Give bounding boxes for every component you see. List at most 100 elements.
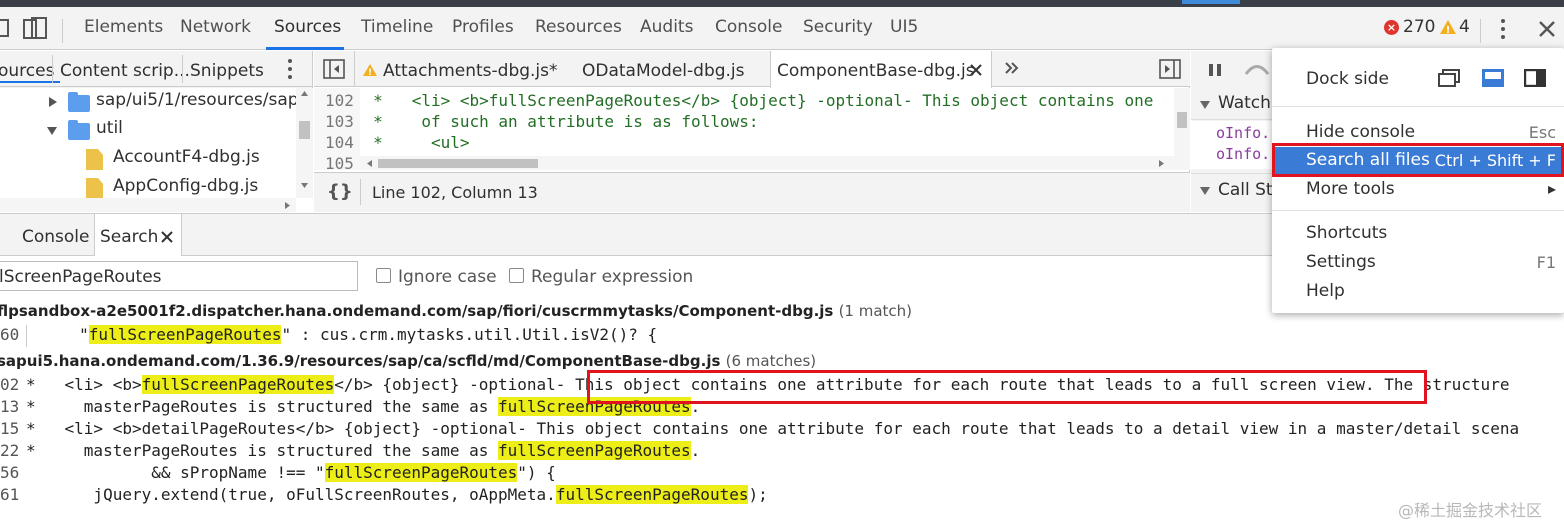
tab-snippets[interactable]: Snippets	[190, 61, 264, 81]
menu-item-label: Settings	[1306, 252, 1376, 272]
toggle-navigator-icon[interactable]	[323, 59, 345, 79]
menu-item-more-tools[interactable]: More tools ▸	[1272, 176, 1564, 204]
tree-item-file[interactable]: AccountF4-dbg.js	[0, 145, 300, 174]
main-toolbar: Elements Network Sources Timeline Profil…	[0, 7, 1564, 50]
line-text: </b> {object} -optional- This object con…	[334, 375, 1510, 394]
regex-checkbox[interactable]	[509, 268, 524, 283]
tree-horizontal-scrollbar[interactable]	[0, 198, 296, 212]
menu-item-help[interactable]: Help	[1272, 278, 1564, 306]
scroll-up-icon[interactable]	[300, 90, 309, 97]
tab-console[interactable]: Console	[715, 17, 783, 37]
tab-audits[interactable]: Audits	[640, 17, 693, 37]
code-text: * of such an attribute is as follows:	[373, 112, 759, 131]
file-icon	[86, 178, 103, 199]
tab-content-scripts[interactable]: Content scrip...	[60, 61, 190, 81]
dock-bottom-icon[interactable]	[1482, 69, 1504, 87]
editor-tab-componentbase[interactable]: ComponentBase-dbg.js	[770, 51, 992, 88]
menu-item-shortcuts[interactable]: Shortcuts	[1272, 220, 1564, 248]
tab-security[interactable]: Security	[803, 17, 873, 37]
pause-icon[interactable]	[1208, 63, 1222, 77]
code-line-105[interactable]: 105	[325, 154, 354, 169]
tab-separator	[52, 55, 53, 83]
close-tab-icon[interactable]	[970, 64, 982, 76]
watch-item[interactable]: oInfo.	[1216, 145, 1270, 163]
scrollbar-thumb[interactable]	[378, 159, 538, 168]
menu-item-shortcut: Esc	[1528, 123, 1556, 142]
tab-ui5[interactable]: UI5	[890, 17, 918, 37]
step-over-icon[interactable]	[1243, 61, 1271, 77]
line-number: 15	[0, 419, 20, 438]
tree-item-folder[interactable]: sap/ui5/1/resources/sap/	[0, 88, 304, 117]
tab-resources[interactable]: Resources	[535, 17, 622, 37]
tab-sources[interactable]: Sources	[274, 17, 341, 37]
ignore-case-label[interactable]: Ignore case	[398, 267, 497, 287]
ignore-case-checkbox[interactable]	[376, 268, 391, 283]
scroll-right-icon[interactable]	[1158, 159, 1165, 168]
triangle-right-icon[interactable]	[48, 96, 58, 108]
line-number: 61	[0, 485, 20, 504]
warning-count[interactable]: 4	[1459, 17, 1470, 37]
search-result-file[interactable]: flpsandbox-a2e5001f2.dispatcher.hana.ond…	[0, 302, 912, 320]
tab-timeline[interactable]: Timeline	[361, 17, 433, 37]
more-tabs-icon[interactable]	[1004, 61, 1020, 75]
triangle-down-icon[interactable]	[46, 126, 58, 136]
toggle-debugger-icon[interactable]	[1159, 59, 1181, 79]
result-file-path: sapui5.hana.ondemand.com/1.36.9/resource…	[0, 352, 721, 370]
close-icon[interactable]	[1538, 20, 1556, 38]
editor-vertical-scrollbar[interactable]	[1174, 88, 1190, 170]
tree-item-folder[interactable]: util	[0, 116, 300, 145]
active-tab-indicator	[266, 47, 344, 50]
search-result-line[interactable]: 22 * masterPageRoutes is structured the s…	[0, 441, 700, 463]
scrollbar-thumb[interactable]	[1177, 112, 1187, 128]
search-result-line[interactable]: 61 jQuery.extend(true, oFullScreenRoutes…	[0, 485, 768, 507]
kebab-menu-icon[interactable]	[1499, 18, 1507, 40]
editor-tab-odatamodel[interactable]: ODataModel-dbg.js	[582, 61, 745, 81]
editor-tab-attachments[interactable]: Attachments-dbg.js*	[383, 61, 558, 81]
editor-horizontal-scrollbar[interactable]	[360, 156, 1174, 170]
navigator-more-icon[interactable]	[286, 58, 294, 80]
search-result-line[interactable]: 56 && sPropName !== "fullScreenPageRoute…	[0, 463, 556, 485]
tree-vertical-scrollbar[interactable]	[296, 88, 313, 198]
search-result-line[interactable]: 02 * <li> <b>fullScreenPageRoutes</b> {ob…	[0, 375, 1509, 397]
scroll-right-icon[interactable]	[284, 201, 291, 210]
line-text: .	[690, 397, 701, 416]
search-input[interactable]: lScreenPageRoutes	[0, 261, 358, 291]
error-count[interactable]: 270	[1403, 17, 1435, 37]
close-tab-icon[interactable]	[161, 231, 173, 243]
search-result-file[interactable]: sapui5.hana.ondemand.com/1.36.9/resource…	[0, 352, 816, 370]
search-result-line[interactable]: 15 * <li> <b>detailPageRoutes</b> {object…	[0, 419, 1519, 441]
inspect-icon[interactable]	[0, 18, 12, 40]
menu-item-hide-console[interactable]: Hide console Esc	[1272, 119, 1564, 147]
devtools-overflow-menu: Dock side Hide console Esc Search all fi…	[1272, 48, 1564, 313]
scroll-down-icon[interactable]	[300, 182, 309, 189]
search-result-line[interactable]: 13 * masterPageRoutes is structured the s…	[0, 397, 700, 419]
undock-icon[interactable]	[1438, 69, 1460, 87]
drawer-tab-search[interactable]: Search	[94, 214, 182, 256]
scrollbar-thumb[interactable]	[299, 121, 310, 139]
triangle-down-icon[interactable]	[1199, 186, 1211, 196]
tab-elements[interactable]: Elements	[84, 17, 163, 37]
code-line-102[interactable]: 102 * <li> <b>fullScreenPageRoutes</b> {…	[325, 91, 1153, 110]
folder-icon	[68, 92, 90, 112]
tab-network[interactable]: Network	[180, 17, 251, 37]
code-line-103[interactable]: 103 * of such an attribute is as follows…	[325, 112, 758, 131]
dock-right-icon[interactable]	[1524, 69, 1546, 87]
line-number: 22	[0, 441, 20, 460]
drawer-tab-console[interactable]: Console	[22, 227, 90, 247]
result-match-count: (6 matches)	[725, 352, 817, 370]
device-mode-icon[interactable]	[22, 16, 48, 42]
watch-item[interactable]: oInfo.	[1216, 124, 1270, 142]
regex-label[interactable]: Regular expression	[531, 267, 693, 287]
tab-separator	[354, 51, 355, 87]
triangle-down-icon[interactable]	[1199, 100, 1211, 110]
tab-profiles[interactable]: Profiles	[452, 17, 514, 37]
scroll-left-icon[interactable]	[366, 159, 373, 168]
search-result-line[interactable]: 60 "fullScreenPageRoutes" : cus.crm.myta…	[0, 325, 657, 347]
menu-item-search-all-files[interactable]: Search all files Ctrl + Shift + F	[1272, 147, 1564, 175]
file-tree: sap/ui5/1/resources/sap/ util AccountF4-…	[0, 88, 313, 212]
pretty-print-icon[interactable]: {}	[327, 181, 353, 202]
menu-separator	[1272, 106, 1564, 107]
menu-item-settings[interactable]: Settings F1	[1272, 249, 1564, 277]
folder-icon	[68, 120, 90, 140]
code-line-104[interactable]: 104 * <ul>	[325, 133, 470, 152]
